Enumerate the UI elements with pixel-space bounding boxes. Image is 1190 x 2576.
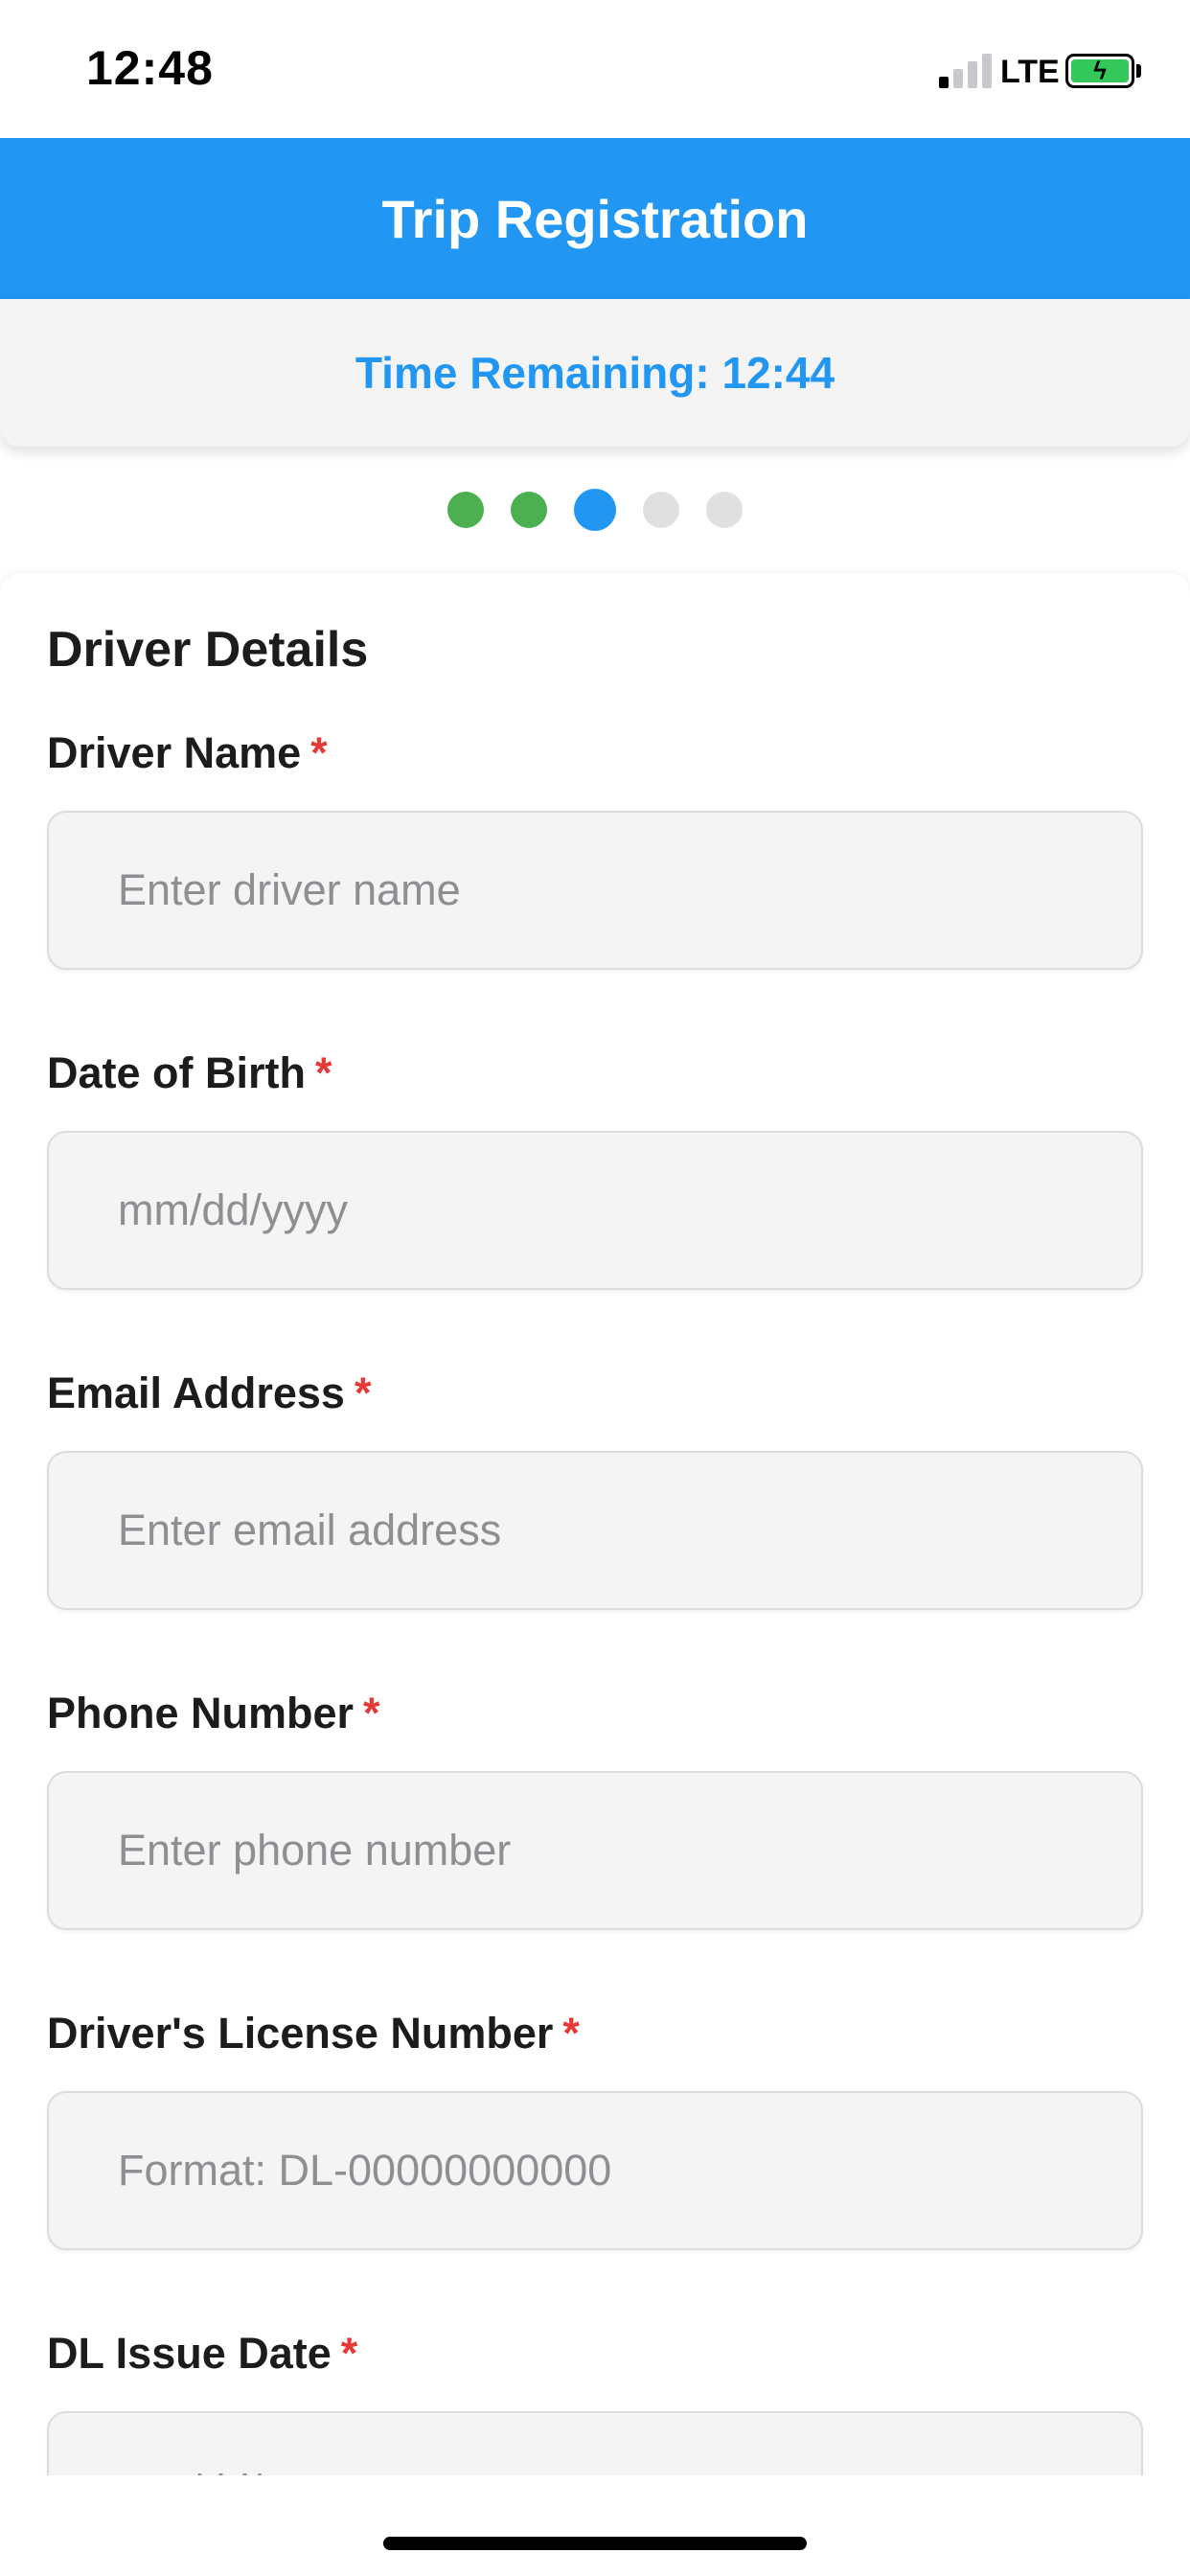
- home-indicator-area: [0, 2475, 1190, 2576]
- battery-cap: [1136, 64, 1141, 78]
- step-indicator: [0, 489, 1190, 531]
- dl-issue-date-input[interactable]: [47, 2411, 1143, 2475]
- email-address-input[interactable]: [47, 1451, 1143, 1610]
- phone-number-input[interactable]: [47, 1771, 1143, 1930]
- cellular-signal-icon: [939, 54, 993, 88]
- license-number-field: Driver's License Number *: [47, 2007, 1143, 2250]
- required-asterisk: *: [310, 728, 328, 777]
- step-dot-4-pending: [643, 492, 679, 528]
- email-address-field: Email Address *: [47, 1367, 1143, 1610]
- timer-banner: Time Remaining: 12:44: [0, 299, 1190, 447]
- license-number-input[interactable]: [47, 2091, 1143, 2250]
- trip-registration-screen: 12:48 LTE ϟ Trip Registration Time Remai…: [0, 0, 1190, 2576]
- section-title: Driver Details: [47, 622, 369, 678]
- app-header: Trip Registration: [0, 138, 1190, 299]
- email-address-label: Email Address: [47, 1368, 345, 1417]
- license-number-label: Driver's License Number: [47, 2009, 554, 2058]
- home-indicator[interactable]: [383, 2537, 807, 2550]
- status-bar: 12:48 LTE ϟ: [0, 0, 1190, 138]
- date-of-birth-input[interactable]: [47, 1131, 1143, 1290]
- dl-issue-date-label: DL Issue Date: [47, 2329, 332, 2378]
- field-label: Email Address *: [47, 1367, 1143, 1420]
- step-dot-5-pending: [706, 492, 743, 528]
- required-asterisk: *: [562, 2009, 580, 2058]
- network-type: LTE: [1000, 54, 1060, 90]
- step-dot-3-active: [574, 489, 616, 531]
- field-label: DL Issue Date *: [47, 2327, 1143, 2380]
- required-asterisk: *: [354, 1368, 372, 1417]
- required-asterisk: *: [363, 1689, 380, 1737]
- step-dot-1-completed: [447, 492, 484, 528]
- time-remaining: Time Remaining: 12:44: [355, 348, 835, 398]
- date-of-birth-field: Date of Birth *: [47, 1046, 1143, 1290]
- required-asterisk: *: [340, 2329, 358, 2378]
- driver-name-label: Driver Name: [47, 728, 302, 777]
- status-time: 12:48: [86, 41, 214, 95]
- driver-name-input[interactable]: [47, 811, 1143, 970]
- battery-charging-icon: ϟ: [1065, 54, 1134, 88]
- field-label: Date of Birth *: [47, 1046, 1143, 1100]
- step-dot-2-completed: [511, 492, 547, 528]
- required-asterisk: *: [315, 1048, 332, 1097]
- driver-details-form: Driver Details Driver Name* Date of Birt…: [0, 573, 1190, 2475]
- field-label: Driver's License Number *: [47, 2007, 1143, 2060]
- phone-number-label: Phone Number: [47, 1689, 355, 1737]
- phone-number-field: Phone Number *: [47, 1687, 1143, 1930]
- field-label: Phone Number *: [47, 1687, 1143, 1740]
- page-title: Trip Registration: [381, 188, 809, 249]
- driver-name-field: Driver Name *: [47, 726, 1143, 970]
- field-label: Driver Name *: [47, 726, 1143, 780]
- date-of-birth-label: Date of Birth: [47, 1048, 306, 1097]
- dl-issue-date-field: DL Issue Date *: [47, 2327, 1143, 2475]
